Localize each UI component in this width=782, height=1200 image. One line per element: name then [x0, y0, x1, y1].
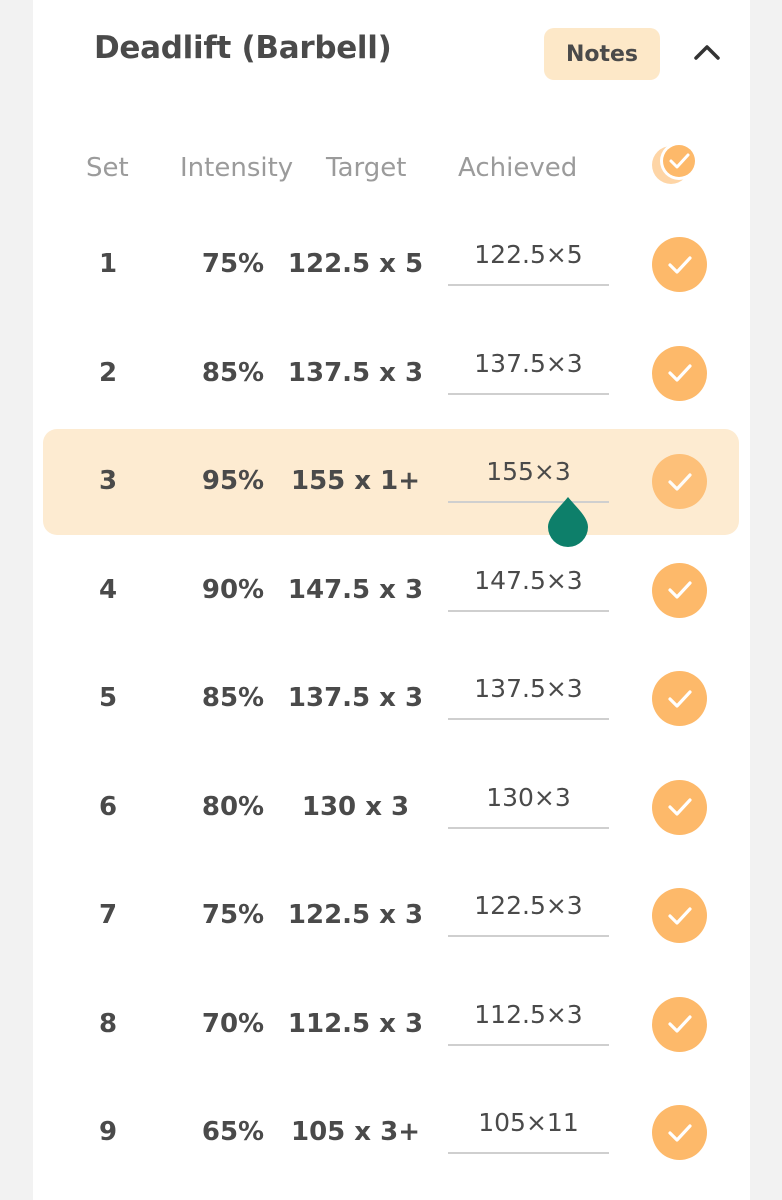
set-target: 137.5 x 3: [287, 357, 424, 388]
column-header-achieved: Achieved: [458, 153, 578, 183]
check-icon: [667, 1015, 692, 1033]
achieved-input[interactable]: 122.5×5: [448, 230, 609, 286]
set-row[interactable]: 8 70% 112.5 x 3 112.5×3: [33, 970, 750, 1078]
achieved-input[interactable]: 112.5×3: [448, 990, 609, 1046]
set-number: 1: [98, 249, 118, 279]
set-complete-toggle[interactable]: [652, 1105, 707, 1160]
set-row[interactable]: 4 90% 147.5 x 3 147.5×3: [33, 536, 750, 644]
text-cursor-handle[interactable]: [546, 495, 590, 549]
achieved-input[interactable]: 137.5×3: [448, 339, 609, 395]
set-row[interactable]: 9 65% 105 x 3+ 105×11: [33, 1078, 750, 1186]
check-icon: [667, 798, 692, 816]
set-intensity: 95%: [201, 466, 265, 496]
set-complete-toggle[interactable]: [652, 996, 707, 1052]
set-complete-toggle[interactable]: [652, 454, 707, 509]
achieved-input[interactable]: 147.5×3: [448, 556, 609, 612]
set-number: 8: [98, 1008, 118, 1039]
collapse-button[interactable]: [689, 34, 725, 70]
set-complete-toggle[interactable]: [652, 562, 707, 618]
set-number: 2: [98, 357, 118, 388]
achieved-input[interactable]: 122.5×3: [448, 881, 609, 937]
set-target: 112.5 x 3: [287, 1008, 424, 1039]
set-intensity: 75%: [201, 249, 265, 279]
set-target: 147.5 x 3: [287, 574, 424, 605]
exercise-card: Deadlift (Barbell) Notes Set Intensity T…: [33, 0, 750, 1200]
column-header-set: Set: [86, 153, 129, 183]
column-header-intensity: Intensity: [180, 153, 294, 183]
set-number: 4: [98, 574, 118, 605]
achieved-input[interactable]: 137.5×3: [448, 664, 609, 720]
set-intensity: 65%: [201, 1117, 265, 1147]
set-number: 5: [98, 683, 118, 713]
check-all-icon: [652, 142, 698, 184]
set-number: 6: [98, 791, 118, 822]
set-intensity: 85%: [201, 683, 265, 713]
achieved-input[interactable]: 130×3: [448, 773, 609, 829]
set-row[interactable]: 3 95% 155 x 1+ 155×3: [33, 427, 750, 535]
complete-all-button[interactable]: [645, 138, 705, 188]
set-intensity: 80%: [201, 791, 265, 822]
set-target: 130 x 3: [301, 791, 410, 822]
set-target: 122.5 x 3: [287, 900, 424, 930]
chevron-up-icon: [694, 45, 720, 60]
set-complete-toggle[interactable]: [652, 237, 707, 292]
set-complete-toggle[interactable]: [652, 345, 707, 401]
set-intensity: 85%: [201, 357, 265, 388]
set-row[interactable]: 7 75% 122.5 x 3 122.5×3: [33, 861, 750, 969]
set-complete-toggle[interactable]: [652, 671, 707, 726]
set-number: 7: [98, 900, 118, 930]
set-row[interactable]: 1 75% 122.5 x 5 122.5×5: [33, 210, 750, 318]
check-icon: [667, 255, 692, 274]
set-target: 155 x 1+: [290, 466, 421, 496]
check-icon: [667, 364, 692, 382]
check-icon: [667, 1123, 692, 1142]
achieved-input[interactable]: 105×11: [448, 1098, 609, 1154]
set-row[interactable]: 6 80% 130 x 3 130×3: [33, 753, 750, 861]
set-row[interactable]: 5 85% 137.5 x 3 137.5×3: [33, 644, 750, 752]
set-number: 3: [98, 466, 118, 496]
exercise-title: Deadlift (Barbell): [94, 30, 392, 66]
check-icon: [667, 906, 692, 925]
check-icon: [667, 472, 692, 491]
set-intensity: 70%: [201, 1008, 265, 1039]
set-target: 137.5 x 3: [287, 683, 424, 713]
check-icon: [667, 689, 692, 708]
set-complete-toggle[interactable]: [652, 888, 707, 943]
set-number: 9: [98, 1117, 118, 1147]
notes-button[interactable]: Notes: [544, 28, 660, 80]
check-icon: [667, 581, 692, 599]
set-row[interactable]: 2 85% 137.5 x 3 137.5×3: [33, 319, 750, 427]
set-intensity: 90%: [201, 574, 265, 605]
set-target: 122.5 x 5: [287, 249, 424, 279]
set-target: 105 x 3+: [290, 1117, 421, 1147]
column-header-target: Target: [326, 153, 407, 183]
set-complete-toggle[interactable]: [652, 779, 707, 835]
set-intensity: 75%: [201, 900, 265, 930]
